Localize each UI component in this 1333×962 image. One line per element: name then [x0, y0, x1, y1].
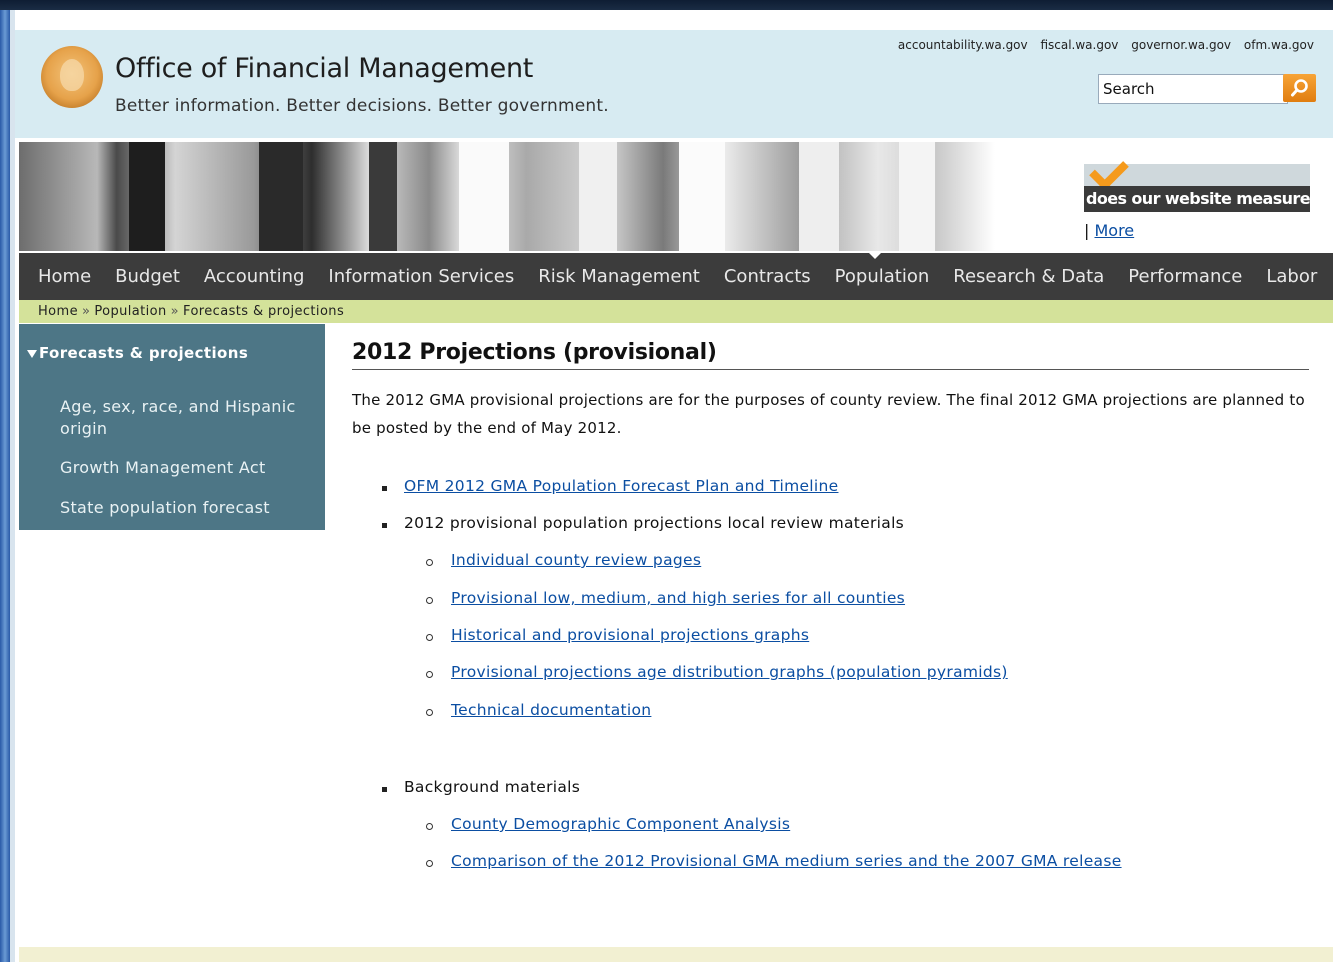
- sidebar: Forecasts & projections Age, sex, race, …: [19, 324, 325, 530]
- link-provisional-series[interactable]: Provisional low, medium, and high series…: [451, 589, 905, 607]
- bullet-circle: [426, 823, 433, 830]
- active-nav-caret-icon: [869, 253, 881, 259]
- bullet-circle: [426, 559, 433, 566]
- site-title[interactable]: Office of Financial Management: [115, 53, 533, 84]
- bullet-circle: [426, 709, 433, 716]
- page: Office of Financial Management Better in…: [15, 10, 1333, 962]
- list-item: Provisional low, medium, and high series…: [451, 589, 905, 607]
- top-link-fiscal[interactable]: fiscal.wa.gov: [1040, 38, 1118, 52]
- top-links: accountability.wa.gov fiscal.wa.gov gove…: [889, 38, 1314, 52]
- capitol-columns-photo: [19, 142, 995, 251]
- breadcrumb-population[interactable]: Population: [94, 304, 166, 319]
- bullet-circle: [426, 597, 433, 604]
- sidebar-heading[interactable]: Forecasts & projections: [27, 344, 248, 362]
- nav-performance[interactable]: Performance: [1116, 266, 1254, 287]
- seal-portrait: [60, 59, 84, 91]
- link-technical-documentation[interactable]: Technical documentation: [451, 701, 651, 719]
- more-link[interactable]: More: [1094, 221, 1134, 240]
- footer-band: [19, 947, 1333, 962]
- sidebar-item-growth-management-act[interactable]: Growth Management Act: [60, 457, 305, 479]
- search-button[interactable]: [1283, 74, 1316, 102]
- nav-population[interactable]: Population: [823, 266, 942, 287]
- nav-labor[interactable]: Labor: [1254, 266, 1329, 287]
- sidebar-item-age-sex-race[interactable]: Age, sex, race, and Hispanic origin: [60, 396, 305, 440]
- bullet-circle: [426, 634, 433, 641]
- main-navigation: Home Budget Accounting Information Servi…: [19, 253, 1333, 300]
- breadcrumb-current: Forecasts & projections: [183, 304, 345, 319]
- window-left-border: [0, 10, 10, 962]
- list-item: Historical and provisional projections g…: [451, 626, 809, 644]
- nav-information-services[interactable]: Information Services: [316, 266, 526, 287]
- link-population-pyramids[interactable]: Provisional projections age distribution…: [451, 663, 1008, 681]
- nav-contracts[interactable]: Contracts: [712, 266, 823, 287]
- link-county-review-pages[interactable]: Individual county review pages: [451, 551, 701, 569]
- nav-research-data[interactable]: Research & Data: [941, 266, 1116, 287]
- nav-budget[interactable]: Budget: [103, 266, 192, 287]
- search-icon: [1290, 79, 1308, 97]
- list-item: Provisional projections age distribution…: [451, 663, 1008, 681]
- link-forecast-plan-timeline[interactable]: OFM 2012 GMA Population Forecast Plan an…: [404, 477, 838, 495]
- breadcrumb: Home» Population» Forecasts & projections: [19, 300, 1333, 323]
- triangle-down-icon: [27, 349, 37, 358]
- bullet-square: [382, 486, 387, 491]
- list-item: Technical documentation: [451, 701, 651, 719]
- sidebar-heading-label: Forecasts & projections: [39, 344, 249, 362]
- breadcrumb-home[interactable]: Home: [38, 304, 78, 319]
- page-title: 2012 Projections (provisional): [352, 340, 1309, 370]
- header-banner: does our website measure up: [15, 138, 1333, 251]
- link-projections-graphs[interactable]: Historical and provisional projections g…: [451, 626, 809, 644]
- bullet-circle: [426, 671, 433, 678]
- list-item-background-materials: Background materials: [404, 778, 581, 796]
- site-tagline: Better information. Better decisions. Be…: [115, 96, 609, 116]
- window-top-border: [0, 0, 1333, 10]
- breadcrumb-separator: »: [82, 304, 91, 319]
- top-link-governor[interactable]: governor.wa.gov: [1131, 38, 1231, 52]
- top-link-accountability[interactable]: accountability.wa.gov: [898, 38, 1028, 52]
- top-link-ofm[interactable]: ofm.wa.gov: [1244, 38, 1314, 52]
- main-content: 2012 Projections (provisional) The 2012 …: [352, 340, 1309, 442]
- link-2012-vs-2007-comparison[interactable]: Comparison of the 2012 Provisional GMA m…: [451, 852, 1122, 870]
- more-separator: |: [1084, 221, 1095, 240]
- survey-label: does our website measure up: [1084, 186, 1333, 212]
- list-item: County Demographic Component Analysis: [451, 815, 790, 833]
- survey-more-line: | More: [1084, 221, 1134, 240]
- list-item-review-materials: 2012 provisional population projections …: [404, 514, 905, 532]
- bullet-square: [382, 523, 387, 528]
- nav-risk-management[interactable]: Risk Management: [526, 266, 712, 287]
- intro-paragraph: The 2012 GMA provisional projections are…: [352, 391, 1305, 437]
- list-item: Comparison of the 2012 Provisional GMA m…: [451, 852, 1122, 870]
- nav-home[interactable]: Home: [19, 266, 103, 287]
- search-input[interactable]: [1098, 74, 1288, 104]
- bullet-square: [382, 787, 387, 792]
- website-survey-badge[interactable]: does our website measure up: [1084, 151, 1333, 214]
- list-item: OFM 2012 GMA Population Forecast Plan an…: [404, 477, 838, 495]
- breadcrumb-separator: »: [170, 304, 180, 319]
- sidebar-item-state-population-forecast[interactable]: State population forecast: [60, 497, 305, 519]
- link-county-demographic-analysis[interactable]: County Demographic Component Analysis: [451, 815, 790, 833]
- list-item: Individual county review pages: [451, 551, 701, 569]
- bullet-circle: [426, 860, 433, 867]
- site-header: Office of Financial Management Better in…: [15, 30, 1333, 138]
- state-seal-logo[interactable]: [41, 46, 103, 108]
- search-box: [1098, 74, 1316, 104]
- nav-accounting[interactable]: Accounting: [192, 266, 317, 287]
